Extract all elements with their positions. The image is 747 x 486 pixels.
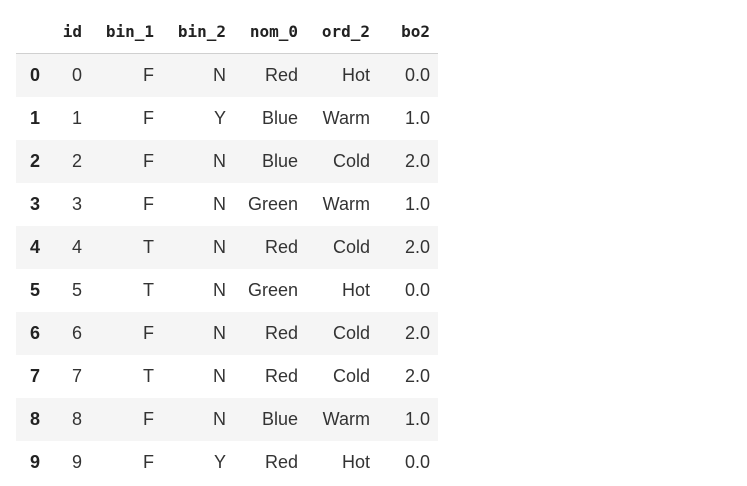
- cell-bin-1: F: [143, 322, 154, 343]
- cell-bin-2: N: [213, 408, 226, 429]
- table-row: 9 9 F Y Red Hot 0.0: [16, 441, 438, 484]
- table-body: 0 0 F N Red Hot 0.0 1 1 F Y Blue Warm 1.…: [16, 53, 438, 484]
- row-index: 4: [29, 236, 40, 257]
- cell-bin-2: N: [213, 236, 226, 257]
- cell-bin-1: F: [143, 451, 154, 472]
- cell-bin-1: T: [143, 236, 154, 257]
- cell-nom-0: Blue: [261, 150, 298, 171]
- table-row: 2 2 F N Blue Cold 2.0: [16, 139, 438, 183]
- cell-id: 8: [71, 408, 82, 429]
- cell-ord-2: Cold: [332, 322, 370, 343]
- cell-nom-0: Blue: [261, 107, 298, 128]
- dataframe-table: id bin_1 bin_2 nom_0 ord_2 bo2 0 0 F N R…: [16, 10, 438, 484]
- cell-bin-2: N: [213, 322, 226, 343]
- cell-ord-2: Cold: [332, 365, 370, 386]
- cell-id: 2: [71, 150, 82, 171]
- cell-bin-1: F: [143, 193, 154, 214]
- cell-ord-2: Cold: [332, 150, 370, 171]
- cell-bo2: 2.0: [404, 150, 430, 171]
- cell-bo2: 2.0: [404, 322, 430, 343]
- index-header: [16, 10, 46, 54]
- column-header-bin-1: bin_1: [90, 10, 162, 54]
- cell-ord-2: Warm: [322, 408, 370, 429]
- cell-bin-1: F: [143, 107, 154, 128]
- cell-bin-2: Y: [213, 451, 226, 472]
- cell-nom-0: Red: [264, 365, 298, 386]
- cell-id: 5: [71, 279, 82, 300]
- row-index: 8: [29, 408, 40, 429]
- table-row: 5 5 T N Green Hot 0.0: [16, 269, 438, 312]
- cell-ord-2: Warm: [322, 107, 370, 128]
- cell-nom-0: Green: [247, 193, 298, 214]
- cell-bo2: 1.0: [404, 408, 430, 429]
- cell-nom-0: Red: [264, 64, 298, 85]
- cell-ord-2: Hot: [341, 451, 370, 472]
- row-index: 0: [29, 64, 40, 85]
- table-row: 3 3 F N Green Warm 1.0: [16, 183, 438, 226]
- cell-bo2: 2.0: [404, 236, 430, 257]
- cell-bo2: 1.0: [404, 107, 430, 128]
- cell-bin-2: N: [213, 64, 226, 85]
- cell-bo2: 2.0: [404, 365, 430, 386]
- cell-bo2: 0.0: [404, 279, 430, 300]
- cell-nom-0: Red: [264, 322, 298, 343]
- cell-nom-0: Red: [264, 236, 298, 257]
- column-header-ord-2: ord_2: [306, 10, 378, 54]
- table-row: 0 0 F N Red Hot 0.0: [16, 53, 438, 97]
- cell-bo2: 0.0: [404, 64, 430, 85]
- cell-id: 9: [71, 451, 82, 472]
- cell-id: 0: [71, 64, 82, 85]
- row-index: 6: [29, 322, 40, 343]
- cell-ord-2: Hot: [341, 64, 370, 85]
- column-header-nom-0: nom_0: [234, 10, 306, 54]
- cell-bin-2: N: [213, 150, 226, 171]
- cell-bin-2: N: [213, 193, 226, 214]
- cell-id: 3: [71, 193, 82, 214]
- cell-nom-0: Red: [264, 451, 298, 472]
- table-header: id bin_1 bin_2 nom_0 ord_2 bo2: [16, 10, 438, 54]
- cell-bin-1: F: [143, 150, 154, 171]
- cell-id: 7: [71, 365, 82, 386]
- column-header-id: id: [46, 10, 90, 54]
- table-row: 6 6 F N Red Cold 2.0: [16, 311, 438, 355]
- header-row: id bin_1 bin_2 nom_0 ord_2 bo2: [16, 10, 438, 54]
- cell-bin-1: T: [143, 365, 154, 386]
- cell-bin-1: T: [143, 279, 154, 300]
- table-row: 8 8 F N Blue Warm 1.0: [16, 397, 438, 441]
- cell-nom-0: Green: [247, 279, 298, 300]
- table-row: 4 4 T N Red Cold 2.0: [16, 225, 438, 269]
- cell-bin-2: N: [213, 365, 226, 386]
- cell-bo2: 0.0: [404, 451, 430, 472]
- row-index: 9: [29, 451, 40, 472]
- table-row: 7 7 T N Red Cold 2.0: [16, 355, 438, 398]
- cell-ord-2: Cold: [332, 236, 370, 257]
- row-index: 3: [29, 193, 40, 214]
- row-index: 1: [29, 107, 40, 128]
- cell-ord-2: Hot: [341, 279, 370, 300]
- cell-bin-2: Y: [213, 107, 226, 128]
- column-header-bin-2: bin_2: [162, 10, 234, 54]
- cell-id: 1: [71, 107, 82, 128]
- cell-id: 6: [71, 322, 82, 343]
- column-header-bo2: bo2: [378, 10, 438, 54]
- cell-bin-1: F: [143, 64, 154, 85]
- cell-id: 4: [71, 236, 82, 257]
- cell-bin-2: N: [213, 279, 226, 300]
- cell-bin-1: F: [143, 408, 154, 429]
- cell-bo2: 1.0: [404, 193, 430, 214]
- cell-ord-2: Warm: [322, 193, 370, 214]
- row-index: 5: [29, 279, 40, 300]
- row-index: 2: [29, 150, 40, 171]
- cell-nom-0: Blue: [261, 408, 298, 429]
- table-row: 1 1 F Y Blue Warm 1.0: [16, 97, 438, 140]
- row-index: 7: [29, 365, 40, 386]
